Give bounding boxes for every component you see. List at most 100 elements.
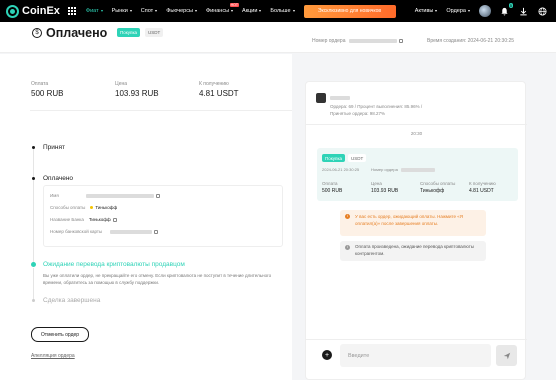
copy-icon[interactable]	[155, 193, 160, 198]
peer-stats: Ордера: 69 / Процент выполнения: 85.96% …	[330, 104, 520, 117]
card-method-value: Тинькофф	[420, 188, 445, 194]
receive-value: 4.81 USDT	[199, 89, 239, 98]
newbie-promo-banner[interactable]: Эксклюзивно для новичков	[303, 4, 396, 18]
timeline-line-pending	[33, 268, 34, 300]
masked-order-number	[400, 167, 435, 172]
step-dot	[32, 177, 35, 180]
chat-time: 20:30	[410, 131, 423, 136]
step-completed: Сделка завершена	[43, 297, 101, 304]
cancel-order-button[interactable]: Отменить ордер	[31, 327, 89, 342]
info-icon: i	[345, 214, 350, 219]
waiting-description: Вы уже оплатили ордер, не прекращайте ег…	[43, 273, 272, 285]
system-message-text: У вас есть ордер, ожидающий оплаты. Нажм…	[355, 214, 464, 226]
coinex-logo[interactable]: CoinEx	[6, 4, 60, 18]
card-label: Номер банковской карты	[50, 229, 103, 234]
chevron-down-icon	[468, 10, 470, 12]
method-value: Тинькофф	[95, 205, 118, 210]
coin-tag: USDT	[145, 28, 164, 37]
card-payment-label: Оплата	[322, 181, 338, 186]
step-waiting: Ожидание перевода криптовалюты продавцом	[43, 261, 185, 268]
masked-order-number	[348, 39, 397, 43]
buy-tag: Покупка	[322, 154, 346, 162]
card-receive-value: 4.81 USDT	[469, 188, 494, 194]
divider	[306, 339, 527, 340]
tinkoff-dot-icon	[90, 206, 94, 209]
apps-grid-icon[interactable]	[67, 6, 77, 16]
nav-spot[interactable]: Спот	[141, 8, 158, 14]
name-row: Имя	[50, 193, 160, 198]
download-icon[interactable]	[518, 6, 529, 17]
coin-tag: USDT	[348, 154, 367, 162]
price-label: Цена	[115, 81, 128, 87]
info-icon: i	[345, 245, 350, 250]
appeal-link[interactable]: Апелляция ордера	[31, 353, 75, 359]
globe-icon[interactable]	[537, 6, 548, 17]
page-title: Оплачено	[46, 26, 108, 40]
nav-orders[interactable]: Ордера	[446, 8, 470, 14]
bank-label: Название Банка	[50, 217, 84, 222]
chevron-down-icon	[155, 10, 158, 12]
order-number-label: Номер ордера	[312, 38, 346, 44]
send-button[interactable]	[496, 345, 517, 366]
dollar-icon: $	[32, 28, 42, 38]
masked-card-number	[110, 229, 153, 234]
chevron-down-icon	[259, 10, 262, 12]
logo-mark-icon	[6, 4, 19, 18]
nav-fiat[interactable]: Фиат	[86, 8, 103, 14]
price-value: 103.93 RUB	[115, 89, 159, 98]
send-icon	[503, 352, 510, 359]
avatar[interactable]	[479, 5, 491, 17]
card-price-label: Цена	[371, 181, 382, 186]
nav-futures[interactable]: Фьючерсы	[166, 8, 197, 14]
name-label: Имя	[50, 193, 59, 198]
payment-value: 500 RUB	[31, 89, 64, 98]
card-method-label: Способы оплаты	[420, 181, 456, 186]
order-summary-card: Покупка USDT 2024-06-21 20:30:25 Номер о…	[317, 148, 518, 201]
copy-icon[interactable]	[112, 217, 117, 222]
top-nav: CoinEx Фиат Рынки Спот Фьючерсы Финансы H…	[0, 0, 556, 22]
receive-label: К получению	[199, 81, 229, 87]
nav-assets[interactable]: Активы	[415, 8, 438, 14]
system-message-pending: i У вас есть ордер, ожидающий оплаты. На…	[340, 210, 486, 236]
step-dot-pending	[32, 299, 35, 302]
step-dot	[32, 146, 35, 149]
order-number: Номер ордера	[312, 38, 403, 44]
attach-plus-icon[interactable]: +	[322, 350, 332, 360]
masked-peer-name	[330, 96, 350, 100]
method-row: Способы оплаты Тинькофф	[50, 205, 117, 210]
nav-promotions[interactable]: Акции	[242, 8, 262, 14]
bank-value: Тинькофф	[88, 217, 111, 222]
bell-icon[interactable]: 5	[499, 2, 513, 17]
peer-stats-line: Принятые ордера: 98.27%	[330, 110, 386, 116]
peer-avatar	[316, 93, 326, 103]
divider	[306, 124, 527, 125]
created-time: Время создания: 2024-06-21 20:30:25	[427, 38, 515, 44]
payment-label: Оплата	[31, 81, 49, 87]
chat-input[interactable]	[340, 344, 491, 367]
card-price-value: 103.93 RUB	[371, 188, 399, 194]
step-paid: Оплачено	[43, 175, 74, 182]
card-order-label: Номер ордера	[371, 167, 398, 172]
nav-finance[interactable]: Финансы HOT	[206, 3, 240, 14]
chat-panel: Ордера: 69 / Процент выполнения: 85.96% …	[305, 81, 527, 380]
step-accepted: Принят	[43, 144, 66, 151]
bank-row: Название Банка Тинькофф	[50, 217, 117, 222]
chevron-down-icon	[100, 10, 103, 12]
chevron-down-icon	[129, 10, 132, 12]
card-date: 2024-06-21 20:30:25	[322, 167, 360, 172]
system-message-paid: i Оплата произведена, ожидание перевода …	[340, 241, 486, 261]
copy-icon[interactable]	[154, 229, 159, 234]
step-dot-active	[31, 262, 36, 267]
masked-name	[85, 193, 154, 198]
nav-markets[interactable]: Рынки	[112, 8, 132, 14]
notification-count: 5	[508, 2, 513, 8]
copy-icon[interactable]	[398, 39, 403, 43]
system-message-text: Оплата произведена, ожидание перевода кр…	[355, 244, 475, 256]
nav-more[interactable]: Больше	[270, 8, 295, 14]
logo-text: CoinEx	[22, 5, 60, 17]
card-receive-label: К получению	[469, 181, 496, 186]
divider	[30, 110, 292, 111]
card-payment-value: 500 RUB	[322, 188, 343, 194]
card-order-number: Номер ордера	[371, 167, 435, 172]
chevron-down-icon	[231, 10, 234, 12]
